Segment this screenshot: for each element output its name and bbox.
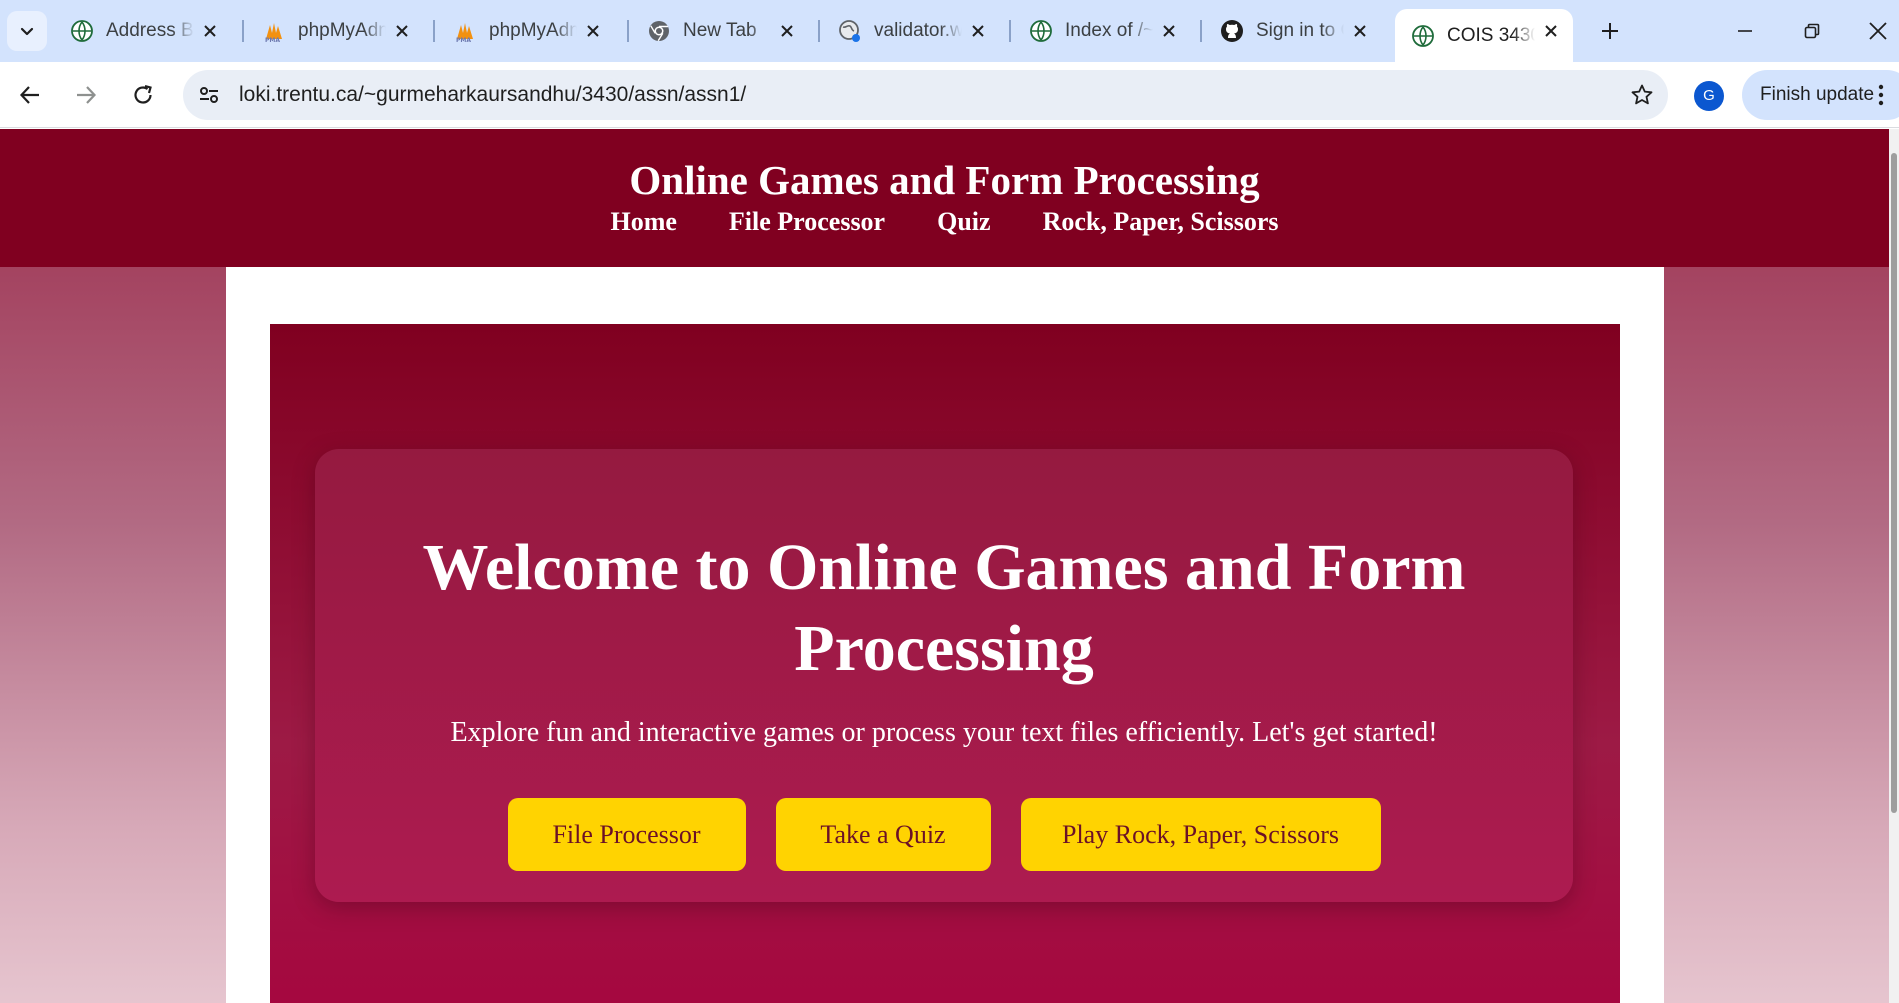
svg-text:PMA: PMA: [265, 37, 280, 43]
bookmark-star-icon[interactable]: [1626, 79, 1658, 111]
tab-separator: [627, 20, 629, 42]
main-container: Welcome to Online Games and Form Process…: [226, 267, 1664, 1003]
tab-github-sign-in[interactable]: Sign in to GitHub: [1204, 9, 1382, 53]
close-window-button[interactable]: [1858, 13, 1898, 49]
back-button[interactable]: [8, 73, 52, 117]
tab-new-tab[interactable]: New Tab: [631, 9, 809, 53]
globe-icon: [838, 19, 862, 43]
close-icon[interactable]: [1348, 19, 1372, 43]
close-icon[interactable]: [1539, 19, 1563, 43]
tab-title: phpMyAdmin: [298, 20, 386, 41]
close-icon[interactable]: [198, 19, 222, 43]
tab-separator: [242, 20, 244, 42]
finish-update-label: Finish update: [1760, 84, 1875, 105]
tab-title: Sign in to GitHub: [1256, 20, 1344, 41]
tab-phpmyadmin-1[interactable]: PMA phpMyAdmin: [246, 9, 424, 53]
pma-icon: PMA: [453, 19, 477, 43]
more-menu-icon[interactable]: [1878, 84, 1884, 106]
tab-separator: [433, 20, 435, 42]
nav-link-home[interactable]: Home: [610, 207, 678, 237]
site-header: Online Games and Form Processing Home Fi…: [0, 129, 1889, 267]
address-bar[interactable]: loki.trentu.ca/~gurmeharkaursandhu/3430/…: [183, 70, 1668, 120]
hero-title: Welcome to Online Games and Form Process…: [422, 531, 1466, 685]
file-processor-button[interactable]: File Processor: [507, 798, 746, 871]
tab-title: phpMyAdmin: [489, 20, 577, 41]
tab-separator: [818, 20, 820, 42]
reload-button[interactable]: [121, 73, 165, 117]
svg-text:PMA: PMA: [456, 37, 471, 43]
site-info-icon[interactable]: [195, 81, 223, 109]
play-rock-paper-scissors-button[interactable]: Play Rock, Paper, Scissors: [1020, 798, 1381, 871]
close-icon: [1869, 22, 1887, 40]
site-nav: Home File Processor Quiz Rock, Paper, Sc…: [0, 207, 1889, 237]
minimize-button[interactable]: [1723, 13, 1767, 49]
chrome-icon: [647, 19, 671, 43]
scrollbar-thumb[interactable]: [1891, 153, 1897, 813]
globe-leaf-icon: [1029, 19, 1053, 43]
restore-icon: [1804, 23, 1820, 39]
nav-link-file-processor[interactable]: File Processor: [728, 207, 886, 237]
tab-title: COIS 3430: [1447, 24, 1535, 46]
finish-update-button[interactable]: Finish update: [1742, 70, 1899, 120]
minimize-icon: [1738, 30, 1752, 32]
browser-tab-strip: Address Book PMA phpMyAdmin PMA phpMyAdm…: [0, 0, 1899, 62]
tab-search-button[interactable]: [7, 11, 47, 51]
chevron-down-icon: [20, 27, 34, 36]
profile-avatar[interactable]: G: [1694, 81, 1724, 111]
close-icon[interactable]: [1157, 19, 1181, 43]
restore-button[interactable]: [1790, 13, 1834, 49]
close-icon[interactable]: [581, 19, 605, 43]
tab-separator: [1009, 20, 1011, 42]
tab-title: Index of /~gurmeharkaursandhu: [1065, 20, 1153, 41]
take-quiz-button[interactable]: Take a Quiz: [775, 798, 991, 871]
github-icon: [1220, 19, 1244, 43]
tab-address-book[interactable]: Address Book: [54, 9, 232, 53]
tab-title: validator.w3.org: [874, 20, 962, 41]
tab-validator[interactable]: validator.w3.org: [822, 9, 1000, 53]
close-icon[interactable]: [775, 19, 799, 43]
url-text[interactable]: loki.trentu.ca/~gurmeharkaursandhu/3430/…: [239, 70, 746, 120]
pma-icon: PMA: [262, 19, 286, 43]
nav-link-rock-paper-scissors[interactable]: Rock, Paper, Scissors: [1042, 207, 1280, 237]
hero-card: Welcome to Online Games and Form Process…: [315, 449, 1573, 902]
close-icon[interactable]: [966, 19, 990, 43]
hero-section: Welcome to Online Games and Form Process…: [270, 324, 1620, 1003]
tab-phpmyadmin-2[interactable]: PMA phpMyAdmin: [437, 9, 615, 53]
site-title: Online Games and Form Processing: [629, 157, 1260, 203]
tab-separator: [1200, 20, 1202, 42]
hero-subtitle: Explore fun and interactive games or pro…: [450, 717, 1438, 748]
cta-button-row: File Processor Take a Quiz Play Rock, Pa…: [315, 798, 1573, 871]
tab-title: New Tab: [683, 20, 757, 41]
page-scrollbar[interactable]: [1889, 129, 1899, 1003]
new-tab-button[interactable]: [1592, 13, 1628, 49]
plus-icon: [1602, 23, 1618, 39]
nav-link-quiz[interactable]: Quiz: [936, 207, 991, 237]
page-viewport: Online Games and Form Processing Home Fi…: [0, 129, 1899, 1003]
tab-index-of[interactable]: Index of /~gurmeharkaursandhu: [1013, 9, 1191, 53]
globe-leaf-icon: [1411, 24, 1435, 48]
browser-toolbar: loki.trentu.ca/~gurmeharkaursandhu/3430/…: [0, 62, 1899, 128]
arrow-left-icon: [19, 86, 39, 104]
close-icon[interactable]: [390, 19, 414, 43]
forward-button[interactable]: [64, 73, 108, 117]
tab-cois-3430[interactable]: COIS 3430: [1395, 9, 1573, 62]
globe-leaf-icon: [70, 19, 94, 43]
tab-title: Address Book: [106, 20, 194, 41]
arrow-right-icon: [77, 86, 97, 104]
reload-icon: [134, 84, 152, 104]
